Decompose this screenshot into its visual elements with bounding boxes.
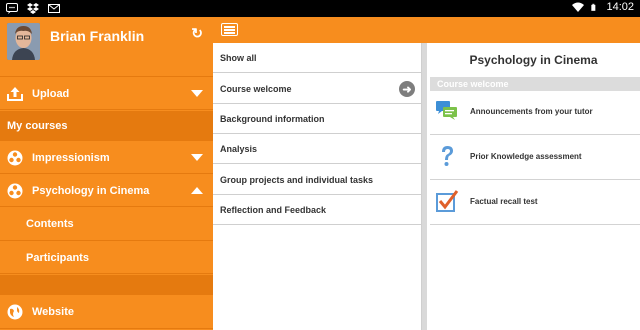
gmail-icon [48, 4, 60, 13]
drawer-item-upload[interactable]: Upload [0, 78, 213, 110]
activity-label: Announcements from your tutor [470, 107, 593, 116]
drawer-item-psychology-in-cinema[interactable]: Psychology in Cinema [0, 175, 213, 207]
list-item-course-welcome[interactable]: Course welcome ➜ [213, 74, 422, 104]
app-bar [213, 17, 640, 43]
chevron-down-icon [191, 154, 203, 161]
drawer-subitem-contents[interactable]: Contents [0, 208, 213, 241]
chat-notification-icon [6, 3, 18, 14]
drawer-subitem-label: Participants [26, 251, 89, 264]
list-item-group-projects[interactable]: Group projects and individual tasks [213, 165, 422, 195]
drawer-item-label: Upload [32, 87, 70, 100]
list-item-background-information[interactable]: Background information [213, 104, 422, 134]
list-item-label: Background information [220, 113, 325, 124]
menu-icon[interactable] [221, 23, 238, 36]
activity-factual-recall-test[interactable]: Factual recall test [430, 181, 640, 225]
activity-announcements[interactable]: Announcements from your tutor [430, 91, 640, 135]
chevron-up-icon [191, 187, 203, 194]
wifi-icon [572, 2, 585, 12]
drawer-subitem-label: Contents [26, 218, 74, 230]
drawer-spacer [0, 275, 213, 295]
list-item-label: Reflection and Feedback [220, 204, 327, 215]
dropbox-icon [27, 3, 39, 14]
chat-bubbles-icon [436, 101, 457, 120]
refresh-icon[interactable]: ↻ [191, 25, 203, 42]
battery-icon [591, 3, 596, 11]
drawer-item-label: Website [32, 306, 74, 318]
activity-label: Prior Knowledge assessment [470, 152, 582, 161]
drawer-item-website[interactable]: Website [0, 296, 213, 329]
chevron-down-icon [191, 90, 203, 97]
list-item-analysis[interactable]: Analysis [213, 134, 422, 164]
list-item-label: Analysis [220, 143, 258, 154]
course-icon [7, 183, 23, 198]
detail-title: Psychology in Cinema [469, 53, 598, 67]
upload-icon [7, 87, 23, 101]
course-icon [7, 150, 23, 165]
avatar[interactable] [7, 23, 40, 60]
profile-header: Brian Franklin ↻ [0, 17, 213, 77]
activity-prior-knowledge[interactable]: Prior Knowledge assessment [430, 136, 640, 180]
avatar-photo [7, 23, 40, 60]
navigation-drawer: Brian Franklin ↻ Upload My courses Impre… [0, 17, 213, 330]
checkbox-icon [436, 190, 459, 212]
course-detail-pane: Psychology in Cinema Course welcome Anno… [427, 43, 640, 330]
course-section-list: Show all Course welcome ➜ Background inf… [213, 43, 422, 330]
activity-label: Factual recall test [470, 197, 538, 206]
list-item-show-all[interactable]: Show all [213, 43, 422, 73]
list-item-reflection-and-feedback[interactable]: Reflection and Feedback [213, 195, 422, 225]
status-time: 14:02 [606, 1, 634, 13]
section-label: My courses [7, 119, 68, 132]
drawer-item-impressionism[interactable]: Impressionism [0, 142, 213, 174]
drawer-section-my-courses: My courses [0, 111, 213, 141]
globe-icon [7, 304, 23, 320]
drawer-item-label: Psychology in Cinema [32, 184, 150, 197]
list-item-label: Show all [220, 52, 257, 63]
drawer-item-label: Impressionism [32, 151, 110, 164]
list-item-label: Course welcome [220, 83, 292, 94]
list-item-label: Group projects and individual tasks [220, 174, 374, 185]
user-name: Brian Franklin [50, 28, 145, 44]
drawer-subitem-participants[interactable]: Participants [0, 242, 213, 274]
status-bar: 14:02 [0, 0, 640, 17]
section-header: Course welcome [430, 77, 640, 91]
arrow-right-icon[interactable]: ➜ [399, 81, 415, 97]
question-mark-icon [442, 146, 453, 166]
